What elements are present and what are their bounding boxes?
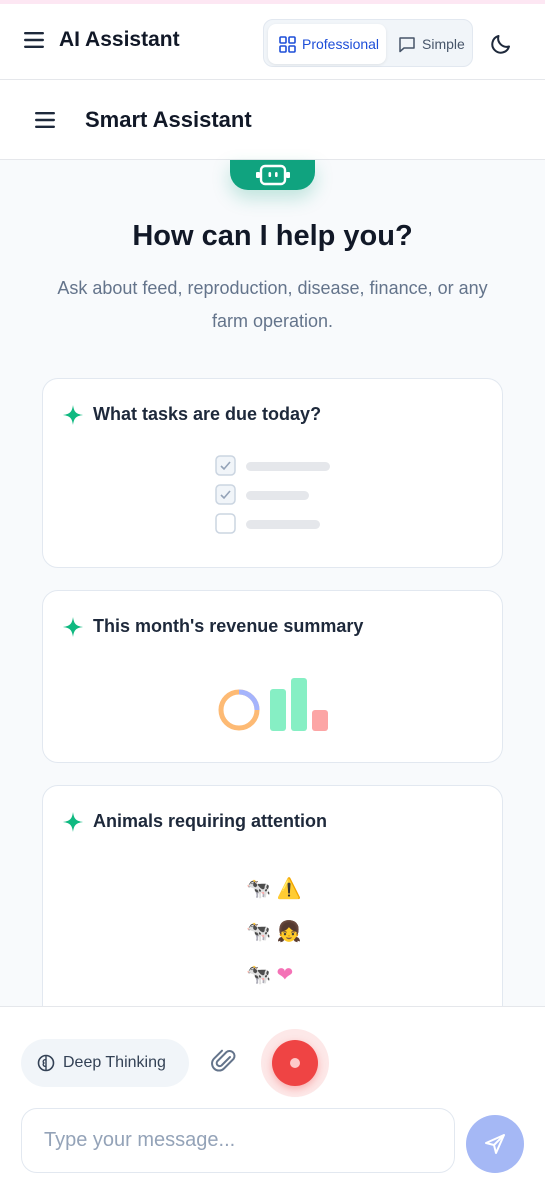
checklist-icon: [215, 455, 330, 534]
cow-icon: 🐄: [246, 921, 271, 943]
cow-icon: 🐄: [246, 878, 271, 900]
robot-icon: [255, 164, 290, 186]
professional-mode-button[interactable]: Professional: [268, 24, 386, 64]
suggestion-card-revenue[interactable]: This month's revenue summary: [42, 590, 503, 763]
send-button[interactable]: [466, 1115, 524, 1173]
app-title: AI Assistant: [59, 28, 180, 51]
professional-mode-label: Professional: [302, 36, 380, 52]
simple-mode-label: Simple: [422, 36, 465, 52]
chart-icon: [218, 678, 328, 731]
dark-mode-toggle-icon[interactable]: [489, 30, 515, 56]
suggestion-label: This month's revenue summary: [93, 616, 364, 636]
girl-icon: 👧: [276, 921, 302, 943]
hamburger-menu-icon[interactable]: [24, 32, 44, 48]
attachment-icon[interactable]: [211, 1047, 239, 1075]
sub-header: Smart Assistant: [0, 80, 545, 160]
send-icon: [485, 1134, 505, 1154]
grid-icon: [279, 35, 296, 53]
sparkle-icon: [63, 405, 83, 425]
app-bar: AI Assistant Professional Simple: [0, 4, 545, 80]
page-title: Smart Assistant: [85, 107, 252, 132]
sparkle-icon: [63, 617, 83, 637]
mode-toggle: Professional Simple: [263, 19, 473, 67]
animal-emoji-list: 🐄 ⚠️ 🐄 👧 🐄 ❤: [246, 868, 301, 997]
chat-bubble-icon: [399, 36, 415, 52]
sidebar-menu-icon[interactable]: [35, 112, 55, 128]
welcome-heading: How can I help you?: [132, 220, 413, 252]
deep-thinking-label: Deep Thinking: [63, 1054, 166, 1071]
bot-avatar: [230, 160, 315, 190]
suggestion-label: Animals requiring attention: [93, 811, 328, 831]
welcome-subtitle: Ask about feed, reproduction, disease, f…: [57, 278, 488, 331]
composer-panel: Deep Thinking: [0, 1006, 545, 1200]
suggestion-label: What tasks are due today?: [93, 404, 322, 424]
simple-mode-button[interactable]: Simple: [392, 24, 470, 64]
sparkle-icon: [63, 812, 83, 832]
heart-icon: ❤: [276, 964, 294, 986]
cow-icon: 🐄: [246, 964, 271, 986]
record-dot-icon: [290, 1058, 300, 1068]
voice-record-button[interactable]: [272, 1040, 318, 1086]
brain-icon: [37, 1054, 55, 1072]
message-input[interactable]: [21, 1108, 455, 1173]
deep-thinking-button[interactable]: Deep Thinking: [21, 1039, 189, 1087]
warning-icon: ⚠️: [276, 878, 302, 900]
suggestion-card-tasks[interactable]: What tasks are due today?: [42, 378, 503, 568]
